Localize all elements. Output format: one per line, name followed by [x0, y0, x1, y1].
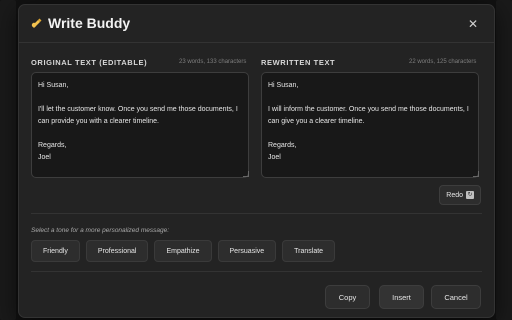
- redo-label: Redo: [446, 191, 463, 199]
- close-icon: ✕: [467, 17, 479, 31]
- tone-options: Friendly Professional Empathize Persuasi…: [31, 240, 336, 262]
- close-button[interactable]: ✕: [466, 17, 480, 31]
- tone-persuasive-button[interactable]: Persuasive: [217, 240, 277, 262]
- middle-divider: [31, 213, 482, 214]
- rewritten-text-output[interactable]: Hi Susan, I will inform the customer. On…: [261, 72, 479, 178]
- original-text-label: ORIGINAL TEXT (EDITABLE): [31, 58, 148, 67]
- copy-button[interactable]: Copy: [325, 285, 370, 309]
- cancel-button[interactable]: Cancel: [431, 285, 481, 309]
- write-buddy-dialog: Write Buddy ✕ ORIGINAL TEXT (EDITABLE) 2…: [18, 4, 495, 318]
- header-divider: [19, 42, 494, 43]
- dialog-title: Write Buddy: [31, 15, 130, 31]
- tone-friendly-button[interactable]: Friendly: [31, 240, 80, 262]
- background-panel: [0, 0, 16, 320]
- insert-button[interactable]: Insert: [379, 285, 424, 309]
- tone-hint: Select a tone for a more personalized me…: [31, 227, 170, 234]
- background-panel: [496, 0, 512, 320]
- dialog-title-text: Write Buddy: [48, 15, 131, 31]
- redo-button[interactable]: Redo ↻: [439, 185, 481, 205]
- rewritten-resize-handle[interactable]: [473, 171, 479, 177]
- original-word-count: 23 words, 133 characters: [179, 59, 247, 65]
- redo-icon: ↻: [466, 191, 474, 199]
- rewritten-word-count: 22 words, 125 characters: [409, 59, 477, 65]
- rewritten-text-label: REWRITTEN TEXT: [261, 58, 336, 67]
- footer-divider: [31, 271, 482, 272]
- writing-hand-icon: [31, 18, 42, 28]
- tone-empathize-button[interactable]: Empathize: [154, 240, 212, 262]
- original-resize-handle[interactable]: [243, 171, 249, 177]
- tone-translate-button[interactable]: Translate: [282, 240, 336, 262]
- tone-professional-button[interactable]: Professional: [85, 240, 149, 262]
- original-text-input[interactable]: Hi Susan, I'll let the customer know. On…: [31, 72, 249, 178]
